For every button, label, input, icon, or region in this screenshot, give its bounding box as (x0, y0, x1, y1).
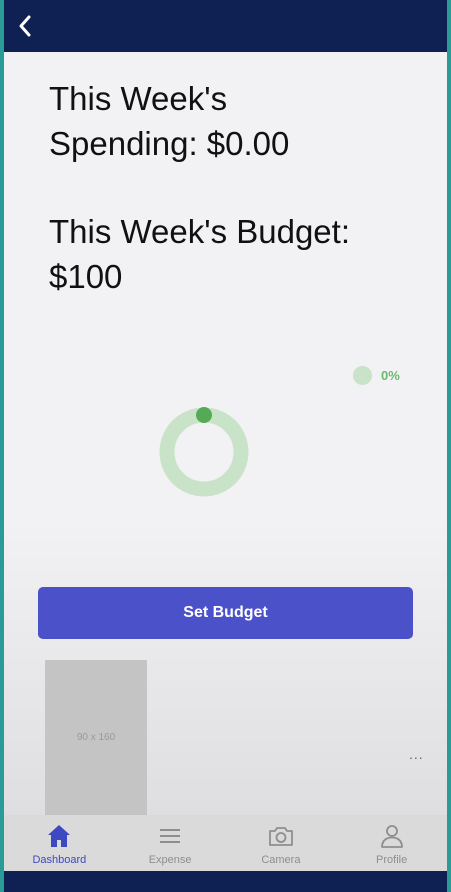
chart-legend: 0% (353, 364, 400, 386)
tab-expense-label: Expense (148, 854, 192, 866)
set-budget-button[interactable]: Set Budget (38, 587, 413, 639)
spending-label: This Week's (49, 80, 228, 117)
camera-icon (268, 827, 293, 846)
legend-swatch (353, 365, 372, 385)
tab-dashboard-label: Dashboard (32, 854, 87, 866)
weekly-budget-heading: This Week's Budget: $100 (49, 209, 350, 299)
spending-donut-chart (159, 407, 249, 497)
budget-value: $100 (49, 258, 123, 295)
top-navigation-bar (4, 0, 447, 52)
tab-dashboard[interactable]: Dashboard (4, 815, 115, 871)
spending-value: Spending: $0.00 (49, 125, 290, 162)
legend-percentage: 0% (381, 367, 400, 383)
home-icon (48, 825, 71, 847)
budget-label: This Week's Budget: (49, 213, 350, 250)
profile-icon (380, 825, 403, 848)
ad-placeholder[interactable]: 90 x 160 (45, 660, 147, 815)
donut-progress-marker (196, 407, 212, 423)
weekly-spending-heading: This Week's Spending: $0.00 (49, 76, 289, 166)
tab-profile-label: Profile (376, 854, 408, 866)
menu-icon (160, 829, 181, 843)
bottom-tab-bar: Dashboard Expense Camera Profile (4, 815, 447, 871)
tab-profile[interactable]: Profile (336, 815, 447, 871)
back-button[interactable] (10, 10, 40, 42)
tab-camera-label: Camera (261, 854, 301, 866)
tab-camera[interactable]: Camera (226, 815, 337, 871)
ad-placeholder-text: 90 x 160 (76, 732, 116, 743)
bottom-system-bar (4, 871, 447, 892)
more-options-button[interactable]: ... (409, 746, 424, 762)
chevron-left-icon (19, 15, 31, 37)
app-screen: This Week's Spending: $0.00 This Week's … (4, 0, 447, 892)
tab-expense[interactable]: Expense (115, 815, 226, 871)
donut-track (159, 407, 249, 497)
